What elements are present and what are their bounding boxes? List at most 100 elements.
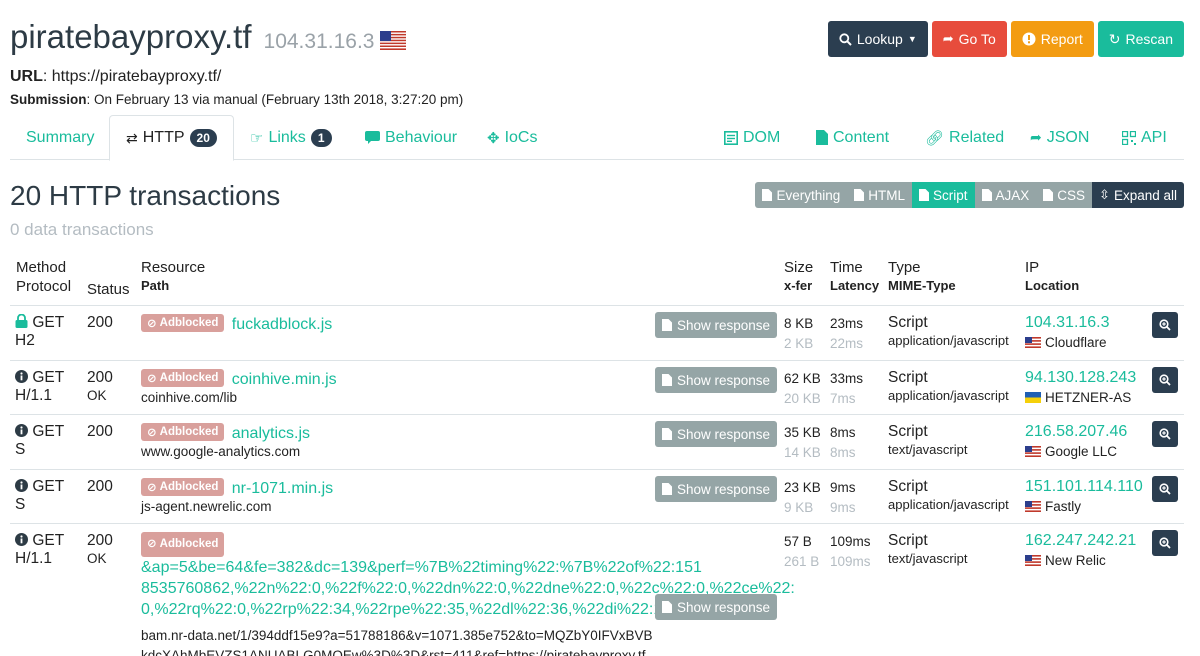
mime-type: text/javascript — [888, 442, 968, 457]
tab-http[interactable]: ⇄ HTTP 20 — [109, 115, 234, 161]
show-response-button[interactable]: Show response — [655, 594, 778, 620]
xfer: 261 B — [784, 554, 820, 569]
refresh-icon: ↻ — [1108, 30, 1121, 47]
zoom-button[interactable] — [1152, 421, 1178, 447]
adblocked-label: Adblocked — [159, 317, 219, 329]
adblocked-badge: ⊘ Adblocked — [141, 532, 225, 557]
adblocked-label: Adblocked — [159, 426, 219, 438]
ip-link[interactable]: 94.130.128.243 — [1025, 369, 1136, 386]
show-response-button[interactable]: Show response — [655, 367, 778, 393]
resource-link[interactable]: nr-1071.min.js — [232, 480, 333, 497]
tab-behaviour[interactable]: Behaviour — [365, 115, 457, 160]
tab-content[interactable]: Content — [816, 115, 889, 160]
action-buttons: Lookup ▼ ➦ Go To Report ↻ Rescan — [827, 21, 1184, 57]
tab-json[interactable]: ➦ JSON — [1030, 115, 1089, 160]
show-response-button[interactable]: Show response — [655, 476, 778, 502]
method: GET — [32, 478, 65, 495]
ua-flag-icon — [1025, 392, 1041, 403]
zoom-button[interactable] — [1152, 476, 1178, 502]
goto-button[interactable]: ➦ Go To — [931, 21, 1007, 57]
col-status-label: Status — [87, 281, 130, 298]
filter-ajax-button[interactable]: AJAX — [974, 182, 1037, 208]
zoom-in-icon — [1159, 428, 1171, 440]
info-circle-icon — [15, 370, 28, 383]
us-flag-icon — [1025, 446, 1041, 457]
caret-down-icon: ▼ — [907, 34, 917, 44]
tab-dom[interactable]: DOM — [724, 115, 780, 160]
zoom-button[interactable] — [1152, 312, 1178, 338]
col-mime-label: MIME-Type — [888, 278, 956, 293]
resource-cell: ⊘ Adblocked nr-1071.min.js js-agent.newre… — [141, 478, 333, 516]
zoom-in-icon — [1159, 483, 1171, 495]
resource-link-cont[interactable]: 0,%22rq%22:0,%22rp%22:34,%22rpe%22:35,%2… — [141, 601, 693, 618]
type: Script — [888, 532, 928, 549]
table-row[interactable]: GET H/1.1 200 OK ⊘ Adblocked coinhive.min… — [10, 360, 1184, 414]
col-resource-label: Resource — [141, 259, 206, 276]
tab-related[interactable]: 🔗︎ Related — [925, 115, 1004, 160]
lookup-label: Lookup — [856, 31, 903, 47]
submission-value: : On February 13 via manual (February 13… — [86, 92, 464, 107]
method-cell: GET H2 — [15, 313, 64, 350]
resource-link[interactable]: &ap=5&be=64&fe=382&dc=139&perf=%7B%22tim… — [141, 559, 702, 576]
latency: 9ms — [830, 500, 856, 515]
table-row[interactable]: GET S 200 ⊘ Adblocked analytics.js www.go… — [10, 414, 1184, 469]
report-button[interactable]: Report — [1010, 21, 1094, 57]
size-cell: 35 KB 14 KB — [784, 425, 821, 466]
show-response-label: Show response — [677, 599, 771, 615]
filter-script-button[interactable]: Script — [912, 182, 975, 208]
method-cell: GET S — [15, 423, 64, 459]
tab-iocs[interactable]: ✥ IoCs — [487, 115, 537, 160]
resource-path-cont: kdcXAhMbEVZS1ANUABLG0MOEw%3D%3D&rst=411&… — [141, 648, 646, 656]
tab-api-label: API — [1141, 128, 1167, 146]
col-time-label: Time — [830, 259, 863, 276]
time-cell: 109ms 109ms — [830, 534, 871, 575]
status-cell: 200 OK — [87, 369, 113, 405]
status-code: 200 — [87, 478, 113, 495]
show-response-button[interactable]: Show response — [655, 421, 778, 447]
page-header: piratebayproxy.tf 104.31.16.3 — [10, 18, 407, 56]
expand-all-button[interactable]: ⇳ Expand all — [1092, 182, 1184, 208]
col-ip-label: IP — [1025, 259, 1040, 276]
ip-link[interactable]: 104.31.16.3 — [1025, 314, 1110, 331]
resource-path: www.google-analytics.com — [141, 444, 301, 459]
file-icon — [662, 374, 672, 386]
tab-api[interactable]: API — [1122, 115, 1167, 160]
ip-link[interactable]: 162.247.242.21 — [1025, 532, 1136, 549]
url-label: URL — [10, 68, 43, 85]
tab-links[interactable]: ☞ Links 1 — [250, 115, 332, 160]
zoom-button[interactable] — [1152, 530, 1178, 556]
resource-link[interactable]: fuckadblock.js — [232, 316, 333, 333]
show-response-label: Show response — [677, 481, 771, 497]
table-row[interactable]: GET S 200 ⊘ Adblocked nr-1071.min.js js-a… — [10, 469, 1184, 523]
info-circle-icon — [15, 479, 28, 492]
lookup-button[interactable]: Lookup ▼ — [827, 21, 928, 57]
file-icon — [919, 189, 929, 201]
show-response-button[interactable]: Show response — [655, 312, 778, 338]
zoom-button[interactable] — [1152, 367, 1178, 393]
latency: 109ms — [830, 554, 871, 569]
share-arrow-icon: ➦ — [1030, 129, 1042, 145]
filter-everything-label: Everything — [776, 187, 841, 203]
resource-link[interactable]: coinhive.min.js — [232, 371, 337, 388]
table-row[interactable]: GET H2 200 ⊘ Adblocked fuckadblock.js Sho… — [10, 305, 1184, 360]
filter-everything-button[interactable]: Everything — [755, 182, 848, 208]
resource-link[interactable]: analytics.js — [232, 425, 310, 442]
resource-path: bam.nr-data.net/1/394ddf15e9?a=51788186&… — [141, 628, 653, 643]
ip-link[interactable]: 151.101.114.110 — [1025, 478, 1143, 495]
table-row[interactable]: GET H/1.1 200 OK ⊘ Adblocked &ap=5&be=64&f… — [10, 523, 1184, 656]
latency: 8ms — [830, 445, 856, 460]
type: Script — [888, 314, 928, 331]
page-ip[interactable]: 104.31.16.3 — [264, 30, 375, 54]
goto-label: Go To — [958, 31, 996, 47]
col-type-header: Type MIME-Type — [888, 259, 956, 293]
filter-css-button[interactable]: CSS — [1036, 182, 1093, 208]
ip-link[interactable]: 216.58.207.46 — [1025, 423, 1127, 440]
rescan-button[interactable]: ↻ Rescan — [1097, 21, 1184, 57]
tab-links-count: 1 — [310, 128, 332, 147]
tab-summary[interactable]: Summary — [26, 115, 94, 160]
resource-cell: ⊘ Adblocked coinhive.min.js coinhive.com/… — [141, 369, 337, 407]
type: Script — [888, 369, 928, 386]
filter-ajax-label: AJAX — [995, 187, 1030, 203]
adblocked-label: Adblocked — [159, 538, 219, 550]
filter-html-button[interactable]: HTML — [847, 182, 912, 208]
